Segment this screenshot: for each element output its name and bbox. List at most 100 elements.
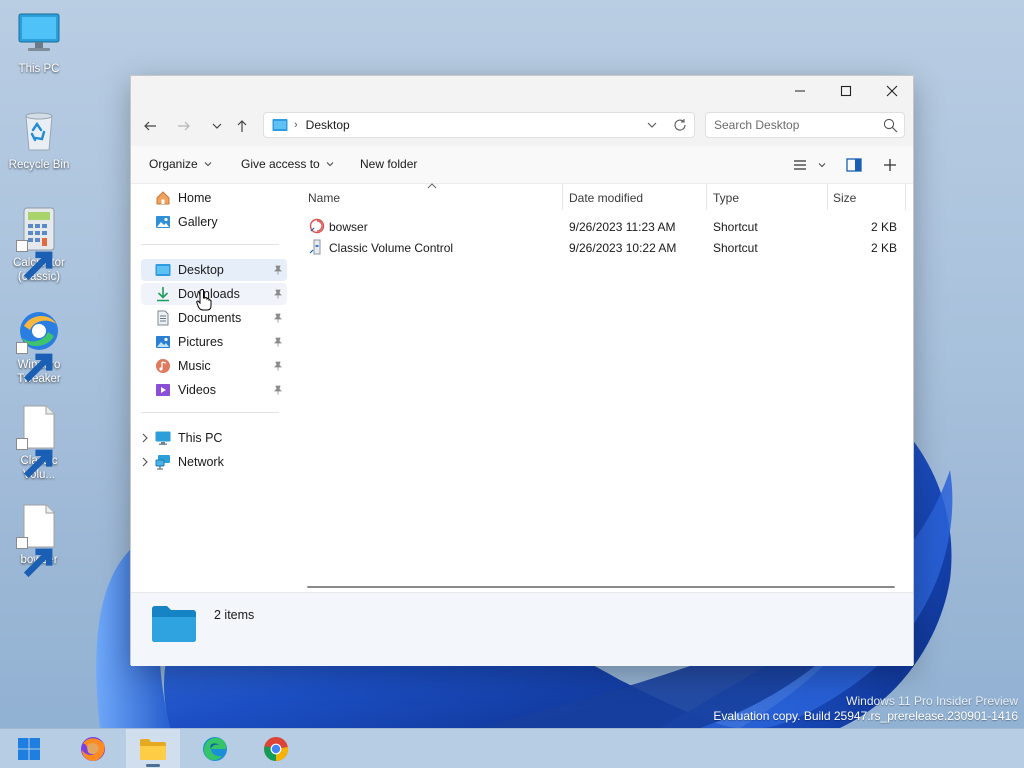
file-name: bowser	[329, 220, 368, 234]
arrow-left-icon	[144, 121, 156, 131]
search-box[interactable]: Search Desktop	[705, 112, 905, 138]
forward-button[interactable]	[172, 114, 196, 138]
view-dropdown-button[interactable]	[813, 156, 831, 174]
close-button[interactable]	[869, 76, 915, 106]
sidebar-item-desktop[interactable]: Desktop	[141, 259, 287, 281]
sidebar-item-this-pc[interactable]: This PC	[131, 427, 287, 449]
chevron-right-icon[interactable]	[140, 457, 150, 467]
volume-icon	[309, 239, 321, 255]
desktop-icon-label: This PC	[18, 63, 60, 75]
details-status-area: 2 items	[131, 592, 913, 666]
give-access-button[interactable]: Give access to	[241, 157, 334, 171]
minimize-button[interactable]	[777, 76, 823, 106]
gallery-icon	[156, 216, 170, 228]
up-button[interactable]	[230, 114, 254, 138]
horizontal-scrollbar[interactable]	[307, 584, 895, 592]
chevron-down-icon	[204, 162, 212, 167]
pin-icon[interactable]	[273, 313, 283, 323]
file-size: 2 KB	[870, 241, 897, 255]
file-date: 9/26/2023 11:23 AM	[569, 220, 676, 234]
sidebar-item-videos[interactable]: Videos	[141, 379, 287, 401]
home-icon	[156, 191, 170, 205]
desktop-icon-this-pc[interactable]: This PC	[0, 12, 78, 76]
file-explorer-window: › Desktop Search Desktop Organize Give a…	[130, 75, 914, 666]
sidebar-item-home[interactable]: Home	[141, 187, 287, 209]
preview-pane-icon	[846, 158, 862, 172]
sidebar-item-network[interactable]: Network	[131, 451, 287, 473]
maximize-button[interactable]	[823, 76, 869, 106]
navigation-bar: › Desktop Search Desktop	[131, 106, 913, 146]
desktop-icon-classic-volume[interactable]: Classic Volu...	[0, 404, 78, 482]
chrome-button[interactable]	[249, 729, 303, 768]
pin-icon[interactable]	[273, 361, 283, 371]
firefox-button[interactable]	[66, 729, 120, 768]
column-header-label: Type	[713, 191, 740, 205]
new-folder-button[interactable]: New folder	[360, 157, 417, 171]
sidebar-divider	[141, 412, 279, 413]
desktop-icon-label: Recycle Bin	[8, 159, 70, 171]
monitor-icon	[18, 13, 60, 51]
new-item-button[interactable]	[881, 156, 899, 174]
recent-locations-button[interactable]	[205, 114, 229, 138]
desktop-folder-icon	[272, 119, 288, 131]
scrollbar-thumb[interactable]	[307, 586, 895, 588]
videos-icon	[156, 384, 170, 396]
sidebar-item-gallery[interactable]: Gallery	[141, 211, 287, 233]
navigation-pane: Home Gallery Desktop Downloads Documents…	[131, 184, 291, 592]
start-button[interactable]	[2, 729, 56, 768]
column-header-type[interactable]: Type	[713, 184, 739, 212]
active-app-indicator	[146, 764, 160, 767]
column-header-date-modified[interactable]: Date modified	[569, 184, 643, 212]
shortcut-arrow-icon	[16, 342, 53, 383]
desktop-icon-bowser[interactable]: bowser	[0, 503, 78, 578]
view-options-button[interactable]	[791, 156, 809, 174]
sidebar-item-documents[interactable]: Documents	[141, 307, 287, 329]
pin-icon[interactable]	[273, 385, 283, 395]
chevron-right-icon[interactable]	[140, 433, 150, 443]
column-header-label: Name	[308, 191, 341, 205]
title-bar	[131, 76, 913, 106]
arrow-right-icon	[178, 121, 190, 131]
network-icon	[155, 455, 170, 470]
column-separator[interactable]	[827, 184, 828, 210]
shortcut-arrow-icon	[16, 438, 53, 479]
file-row-bowser[interactable]: bowser 9/26/2023 11:23 AM Shortcut 2 KB	[301, 216, 903, 237]
maximize-icon	[840, 85, 852, 97]
desktop-folder-icon	[155, 264, 171, 276]
sidebar-item-music[interactable]: Music	[141, 355, 287, 377]
sidebar-item-downloads[interactable]: Downloads	[141, 283, 287, 305]
arrow-up-icon	[237, 120, 247, 132]
back-button[interactable]	[138, 114, 162, 138]
column-header-label: Date modified	[569, 191, 644, 205]
edge-button[interactable]	[188, 729, 242, 768]
windows-logo-icon	[18, 738, 40, 760]
address-bar[interactable]: › Desktop	[263, 112, 695, 138]
desktop-icon-winaero-tweaker[interactable]: Winaero Tweaker	[0, 308, 78, 386]
column-header-name[interactable]: Name	[308, 184, 340, 212]
refresh-icon[interactable]	[672, 117, 688, 133]
sidebar-item-pictures[interactable]: Pictures	[141, 331, 287, 353]
file-explorer-button[interactable]	[126, 729, 180, 768]
search-placeholder: Search Desktop	[714, 118, 800, 132]
organize-button[interactable]: Organize	[149, 157, 212, 171]
pin-icon[interactable]	[273, 289, 283, 299]
chevron-down-icon[interactable]	[644, 117, 660, 133]
chrome-icon	[264, 737, 289, 761]
sidebar-divider	[141, 244, 279, 245]
file-type: Shortcut	[713, 220, 758, 234]
file-date: 9/26/2023 10:22 AM	[569, 241, 677, 255]
watermark-line-2: Evaluation copy. Build 25947.rs_prerelea…	[713, 709, 1018, 723]
pin-icon[interactable]	[273, 265, 283, 275]
file-row-classic-volume-control[interactable]: Classic Volume Control 9/26/2023 10:22 A…	[301, 237, 903, 258]
preview-pane-button[interactable]	[845, 156, 863, 174]
sidebar-item-label: Videos	[178, 383, 216, 397]
column-header-size[interactable]: Size	[833, 184, 856, 212]
desktop-icon-recycle-bin[interactable]: Recycle Bin	[0, 108, 78, 172]
breadcrumb-desktop[interactable]: Desktop	[306, 118, 350, 132]
column-separator[interactable]	[905, 184, 906, 210]
column-separator[interactable]	[706, 184, 707, 210]
column-separator[interactable]	[562, 184, 563, 210]
pin-icon[interactable]	[273, 337, 283, 347]
desktop-icon-calculator[interactable]: Calculator (classic)	[0, 206, 78, 284]
search-icon	[883, 118, 898, 133]
